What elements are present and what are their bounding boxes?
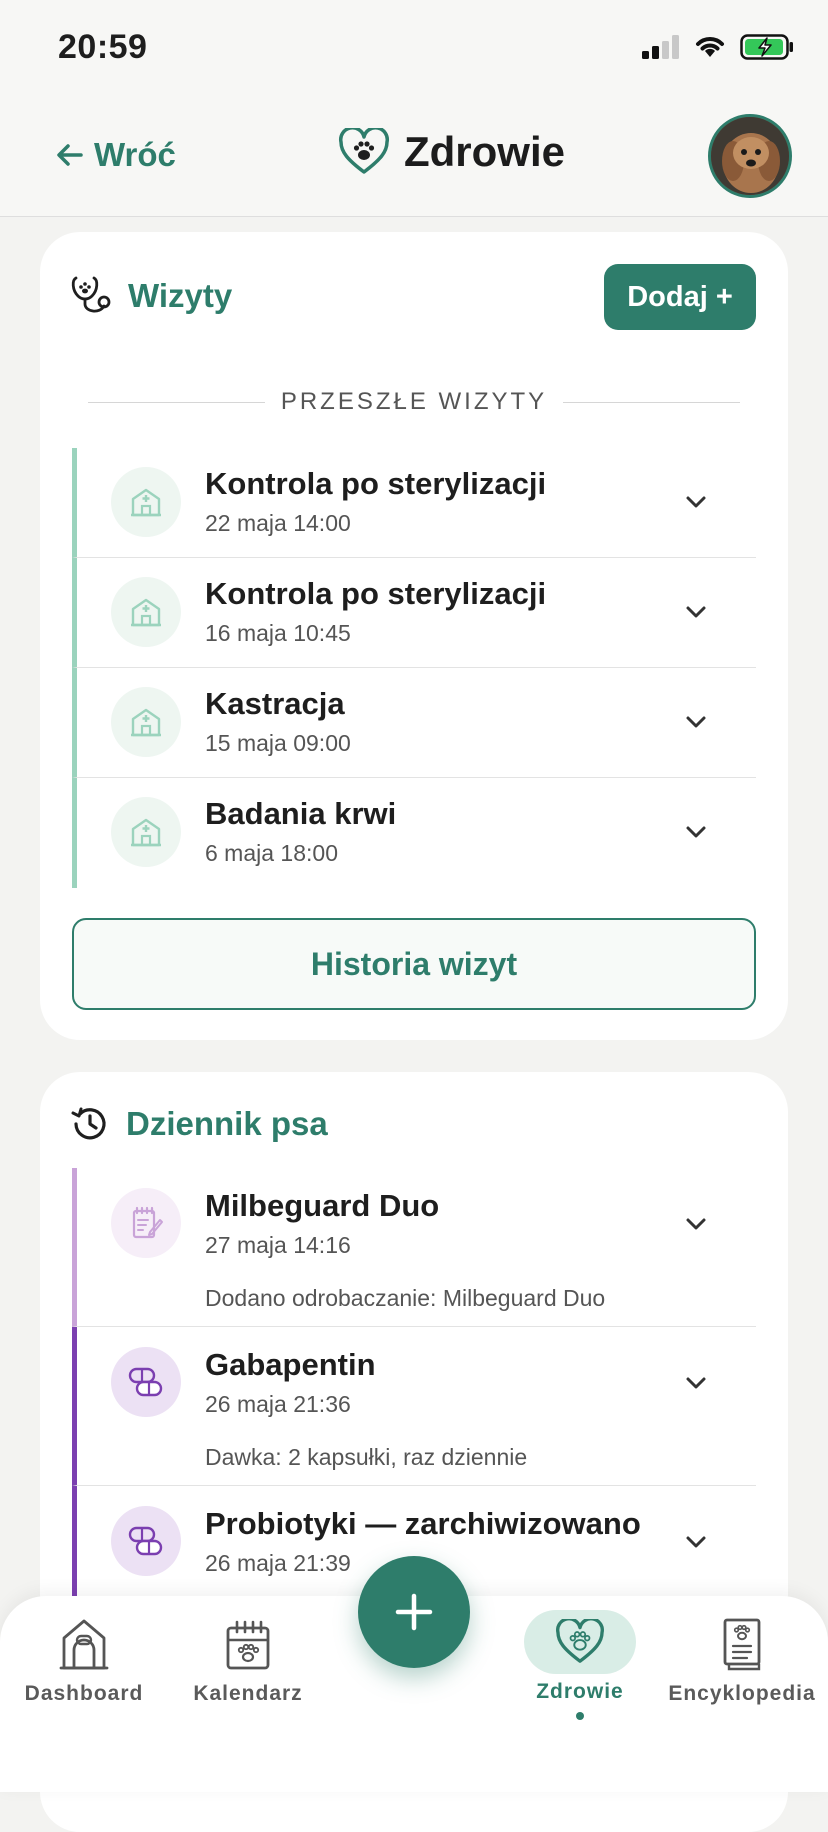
pill-icon <box>111 1347 181 1417</box>
visit-history-button[interactable]: Historia wizyt <box>72 918 756 1010</box>
visit-date: 16 maja 10:45 <box>205 620 351 646</box>
history-icon <box>71 1107 106 1140</box>
entry-date: 27 maja 14:16 <box>205 1232 351 1258</box>
dog-avatar-image <box>711 117 789 195</box>
clinic-icon <box>111 577 181 647</box>
chevron-down-icon[interactable] <box>682 488 710 516</box>
chevron-down-icon[interactable] <box>682 1210 710 1238</box>
entry-description: Dodano odrobaczanie: Milbeguard Duo <box>205 1285 606 1311</box>
header: Wróć Zdrowie <box>0 100 828 217</box>
house-icon <box>59 1619 109 1670</box>
clinic-icon <box>111 687 181 757</box>
entry-description: Dawka: 2 kapsułki, raz dziennie <box>205 1444 528 1470</box>
nav-label: Zdrowie <box>536 1680 624 1703</box>
pill-icon <box>111 1506 181 1576</box>
nav-label: Kalendarz <box>193 1682 303 1705</box>
divider-line <box>563 401 741 403</box>
past-visits-divider: PRZESZŁE WIZYTY <box>88 388 741 416</box>
visit-date: 6 maja 18:00 <box>205 840 338 866</box>
clinic-icon <box>111 797 181 867</box>
chevron-down-icon[interactable] <box>682 818 710 846</box>
nav-calendar[interactable]: Kalendarz <box>190 1616 306 1706</box>
signal-icon <box>642 35 679 59</box>
nav-label: Dashboard <box>24 1682 144 1705</box>
clinic-icon <box>111 467 181 537</box>
add-fab-button[interactable] <box>358 1556 470 1668</box>
journal-entry[interactable]: Gabapentin 26 maja 21:36 Dawka: 2 kapsuł… <box>72 1327 756 1486</box>
back-button[interactable]: Wróć <box>56 136 176 174</box>
visit-row[interactable]: Badania krwi 6 maja 18:00 <box>72 778 756 888</box>
wifi-icon <box>696 37 724 57</box>
entry-name: Probiotyki — zarchiwizowano <box>205 1506 641 1541</box>
chevron-down-icon[interactable] <box>682 1528 710 1556</box>
battery-icon <box>740 34 793 60</box>
visit-name: Kontrola po sterylizacji <box>205 466 547 501</box>
visits-header: Wizyty <box>70 274 232 318</box>
status-bar: 20:59 <box>0 0 828 100</box>
journal-header: Dziennik psa <box>70 1104 328 1144</box>
nav-encyclopedia[interactable]: Encyklopedia <box>668 1616 815 1706</box>
title-group: Zdrowie <box>338 128 565 176</box>
visit-name: Badania krwi <box>205 796 397 831</box>
notepad-icon <box>111 1188 181 1258</box>
entry-name: Gabapentin <box>205 1347 376 1382</box>
plus-icon <box>395 1593 433 1631</box>
back-label: Wróć <box>94 136 176 173</box>
visit-row[interactable]: Kontrola po sterylizacji 22 maja 14:00 <box>72 448 756 558</box>
visit-date: 22 maja 14:00 <box>205 510 351 536</box>
nav-dashboard[interactable]: Dashboard <box>24 1616 144 1706</box>
heart-paw-icon <box>556 1619 604 1663</box>
journal-entry[interactable]: Milbeguard Duo 27 maja 14:16 Dodano odro… <box>72 1168 756 1327</box>
add-visit-button[interactable]: Dodaj + <box>604 264 756 330</box>
book-icon <box>723 1618 761 1671</box>
divider-line <box>88 401 265 403</box>
entry-date: 26 maja 21:36 <box>205 1391 351 1417</box>
status-icons <box>642 34 794 60</box>
chevron-down-icon[interactable] <box>682 708 710 736</box>
visit-date: 15 maja 09:00 <box>205 730 351 756</box>
past-visits-label: PRZESZŁE WIZYTY <box>280 388 548 415</box>
visits-list: Kontrola po sterylizacji 22 maja 14:00 K… <box>72 448 756 888</box>
visit-name: Kontrola po sterylizacji <box>205 576 547 611</box>
page-title: Zdrowie <box>404 128 566 175</box>
journal-title: Dziennik psa <box>126 1105 328 1142</box>
status-time: 20:59 <box>58 28 148 66</box>
calendar-icon <box>226 1620 270 1670</box>
heart-paw-icon <box>338 128 390 174</box>
active-indicator <box>524 1610 636 1674</box>
visits-title: Wizyty <box>128 277 233 314</box>
chevron-down-icon[interactable] <box>682 598 710 626</box>
visits-card: Wizyty Dodaj + PRZESZŁE WIZYTY Kontrola … <box>40 232 788 1040</box>
chevron-down-icon[interactable] <box>682 1369 710 1397</box>
nav-label: Encyklopedia <box>668 1682 816 1705</box>
nav-health[interactable]: Zdrowie <box>520 1610 640 1720</box>
visit-name: Kastracja <box>205 686 345 721</box>
stethoscope-icon <box>71 276 111 313</box>
entry-name: Milbeguard Duo <box>205 1188 440 1223</box>
pet-avatar[interactable] <box>708 114 792 198</box>
visit-row[interactable]: Kastracja 15 maja 09:00 <box>72 668 756 778</box>
arrow-left-icon <box>57 144 83 166</box>
visit-row[interactable]: Kontrola po sterylizacji 16 maja 10:45 <box>72 558 756 668</box>
active-dot <box>576 1712 584 1720</box>
